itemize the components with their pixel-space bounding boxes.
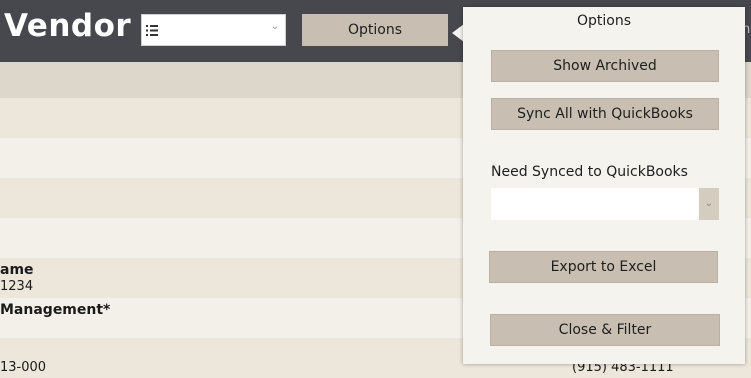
chevron-down-icon[interactable]: ⌄ [699, 188, 719, 220]
close-filter-button[interactable]: Close & Filter [490, 314, 720, 346]
show-archived-button[interactable]: Show Archived [491, 50, 719, 82]
chevron-down-icon: ⌄ [270, 21, 279, 32]
vendor-name: Management* [0, 302, 111, 318]
view-select[interactable]: ⌄ [141, 14, 286, 46]
vendor-name: ame [0, 262, 34, 278]
vendor-id: 1234 [0, 279, 34, 294]
need-synced-label: Need Synced to QuickBooks [491, 164, 688, 180]
vendor-account: 13-000 [0, 360, 47, 375]
popup-title: Options [576, 13, 632, 29]
options-popup: Options Show Archived Sync All with Quic… [463, 7, 745, 364]
options-button[interactable]: Options [302, 14, 448, 46]
list-icon [146, 25, 158, 36]
export-excel-button[interactable]: Export to Excel [489, 251, 718, 283]
sync-all-quickbooks-button[interactable]: Sync All with QuickBooks [491, 98, 719, 130]
page-title: Vendor [4, 8, 132, 44]
need-synced-select[interactable]: ⌄ [491, 188, 719, 220]
